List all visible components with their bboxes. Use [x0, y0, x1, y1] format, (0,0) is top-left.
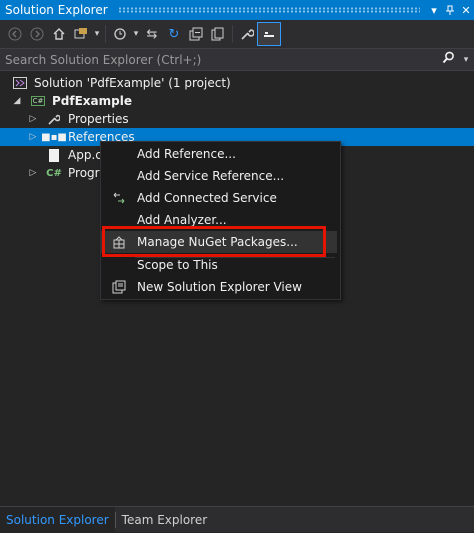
expanded-arrow-icon[interactable]: ◢ [12, 96, 22, 106]
window-position-icon[interactable]: ▾ [426, 0, 442, 20]
tab-team-explorer[interactable]: Team Explorer [116, 507, 214, 533]
collapsed-arrow-icon[interactable]: ▷ [28, 114, 38, 124]
title-grip[interactable] [117, 7, 420, 13]
context-menu: Add Reference... Add Service Reference..… [100, 141, 341, 300]
search-bar: ▾ [0, 48, 474, 71]
menu-item-new-solution-explorer-view[interactable]: New Solution Explorer View [101, 276, 340, 298]
search-options-dropdown-icon[interactable]: ▾ [458, 55, 474, 65]
menu-item-label: Scope to This [137, 258, 218, 272]
switch-views-icon[interactable] [70, 23, 92, 45]
bottom-tab-bar: Solution Explorer Team Explorer [0, 506, 474, 533]
collapsed-arrow-icon[interactable]: ▷ [28, 168, 38, 178]
wrench-icon [46, 112, 62, 126]
show-all-files-icon[interactable] [207, 23, 229, 45]
references-icon: ■▪■ [41, 131, 67, 143]
menu-item-add-connected-service[interactable]: Add Connected Service [101, 187, 340, 209]
menu-item-label: Add Analyzer... [137, 213, 227, 227]
menu-item-label: Add Service Reference... [137, 169, 285, 183]
new-view-icon [101, 280, 137, 294]
properties-label: Properties [68, 112, 129, 126]
toolbar-separator [105, 25, 106, 43]
history-icon[interactable] [109, 23, 131, 45]
sync-icon[interactable]: ⇆ [141, 23, 163, 45]
home-icon[interactable] [48, 23, 70, 45]
close-icon[interactable]: ✕ [458, 0, 474, 20]
preview-icon[interactable] [257, 22, 281, 46]
config-file-icon [46, 148, 62, 162]
menu-item-add-reference[interactable]: Add Reference... [101, 143, 340, 165]
refresh-icon[interactable]: ↻ [163, 23, 185, 45]
menu-item-label: Add Reference... [137, 147, 236, 161]
solution-icon [12, 76, 28, 90]
dropdown-icon[interactable]: ▾ [92, 23, 102, 45]
forward-icon[interactable] [26, 23, 48, 45]
project-label: PdfExample [52, 94, 132, 108]
back-icon[interactable] [4, 23, 26, 45]
collapse-all-icon[interactable] [185, 23, 207, 45]
menu-item-label: Add Connected Service [137, 191, 277, 205]
tree-item-project[interactable]: ◢ C# PdfExample [0, 92, 474, 110]
connected-service-icon [101, 191, 137, 205]
window-title: Solution Explorer [5, 3, 108, 17]
menu-item-label: New Solution Explorer View [137, 280, 302, 294]
solution-explorer-toolbar: ▾ ▾ ⇆ ↻ [0, 20, 474, 48]
toolbar-separator [232, 25, 233, 43]
menu-item-add-service-reference[interactable]: Add Service Reference... [101, 165, 340, 187]
properties-icon[interactable] [236, 23, 258, 45]
search-icon[interactable] [438, 51, 458, 68]
search-input[interactable] [0, 51, 438, 68]
highlight-box [102, 226, 326, 257]
solution-label: Solution 'PdfExample' (1 project) [34, 76, 231, 90]
menu-item-scope-to-this[interactable]: Scope to This [101, 254, 340, 276]
app-config-label: App.c [68, 148, 102, 162]
tree-item-properties[interactable]: ▷ Properties [0, 110, 474, 128]
tab-solution-explorer[interactable]: Solution Explorer [0, 506, 115, 533]
dropdown-icon[interactable]: ▾ [131, 23, 141, 45]
collapsed-arrow-icon[interactable]: ▷ [28, 132, 38, 142]
tree-item-solution[interactable]: Solution 'PdfExample' (1 project) [0, 74, 474, 92]
csharp-file-icon: C# [46, 167, 62, 179]
title-bar: Solution Explorer ▾ ✕ [0, 0, 474, 20]
pin-icon[interactable] [442, 0, 458, 20]
csharp-project-icon: C# [31, 96, 45, 106]
